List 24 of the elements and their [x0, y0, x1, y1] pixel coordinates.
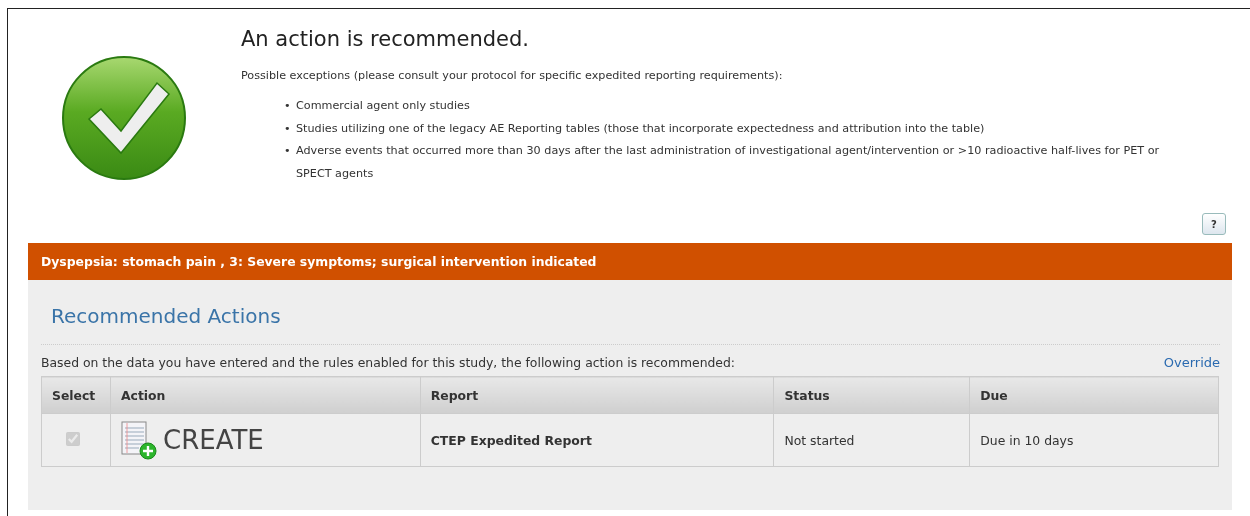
column-header: Due: [969, 376, 1219, 414]
exception-item: Adverse events that occurred more than 30 days after the last administration of investigational agent/intervention or >10 radioactive half-lives for PET or SPECT agents: [296, 143, 1161, 182]
column-header: Report: [420, 376, 774, 414]
table-cell: Due in 10 days: [969, 413, 1219, 467]
column-header: Action: [110, 376, 421, 414]
checkmark-icon: [60, 55, 187, 181]
table-cell: Not started: [773, 413, 970, 467]
bullet-mark: •: [284, 143, 290, 159]
message-title: An action is recommended.: [241, 27, 530, 51]
description-text: Based on the data you have entered and the rules enabled for this study, the following action is recommended:: [41, 355, 736, 370]
column-header: Select: [41, 376, 111, 414]
section-heading: Recommended Actions: [51, 304, 282, 330]
column-header: Status: [773, 376, 970, 414]
table-cell: CTEP Expedited Report: [420, 413, 774, 467]
help-button[interactable]: ?: [1202, 213, 1226, 235]
intro-text: Possible exceptions (please consult your protocol for specific expedited reporting requirements):: [241, 69, 784, 82]
exception-item: Commercial agent only studies: [296, 98, 471, 114]
action-label: CREATE: [163, 425, 264, 455]
event-banner: Dyspepsia: stomach pain , 3: Severe symptoms; surgical intervention indicated: [28, 243, 1232, 280]
bullet-mark: •: [284, 98, 290, 114]
new-document-icon: [121, 420, 157, 460]
bullet-mark: •: [284, 120, 290, 137]
exception-item: Studies utilizing one of the legacy AE Reporting tables (those that incorporate expectedness and attribution into the table): [296, 120, 986, 137]
override-link[interactable]: Override: [1163, 355, 1220, 370]
